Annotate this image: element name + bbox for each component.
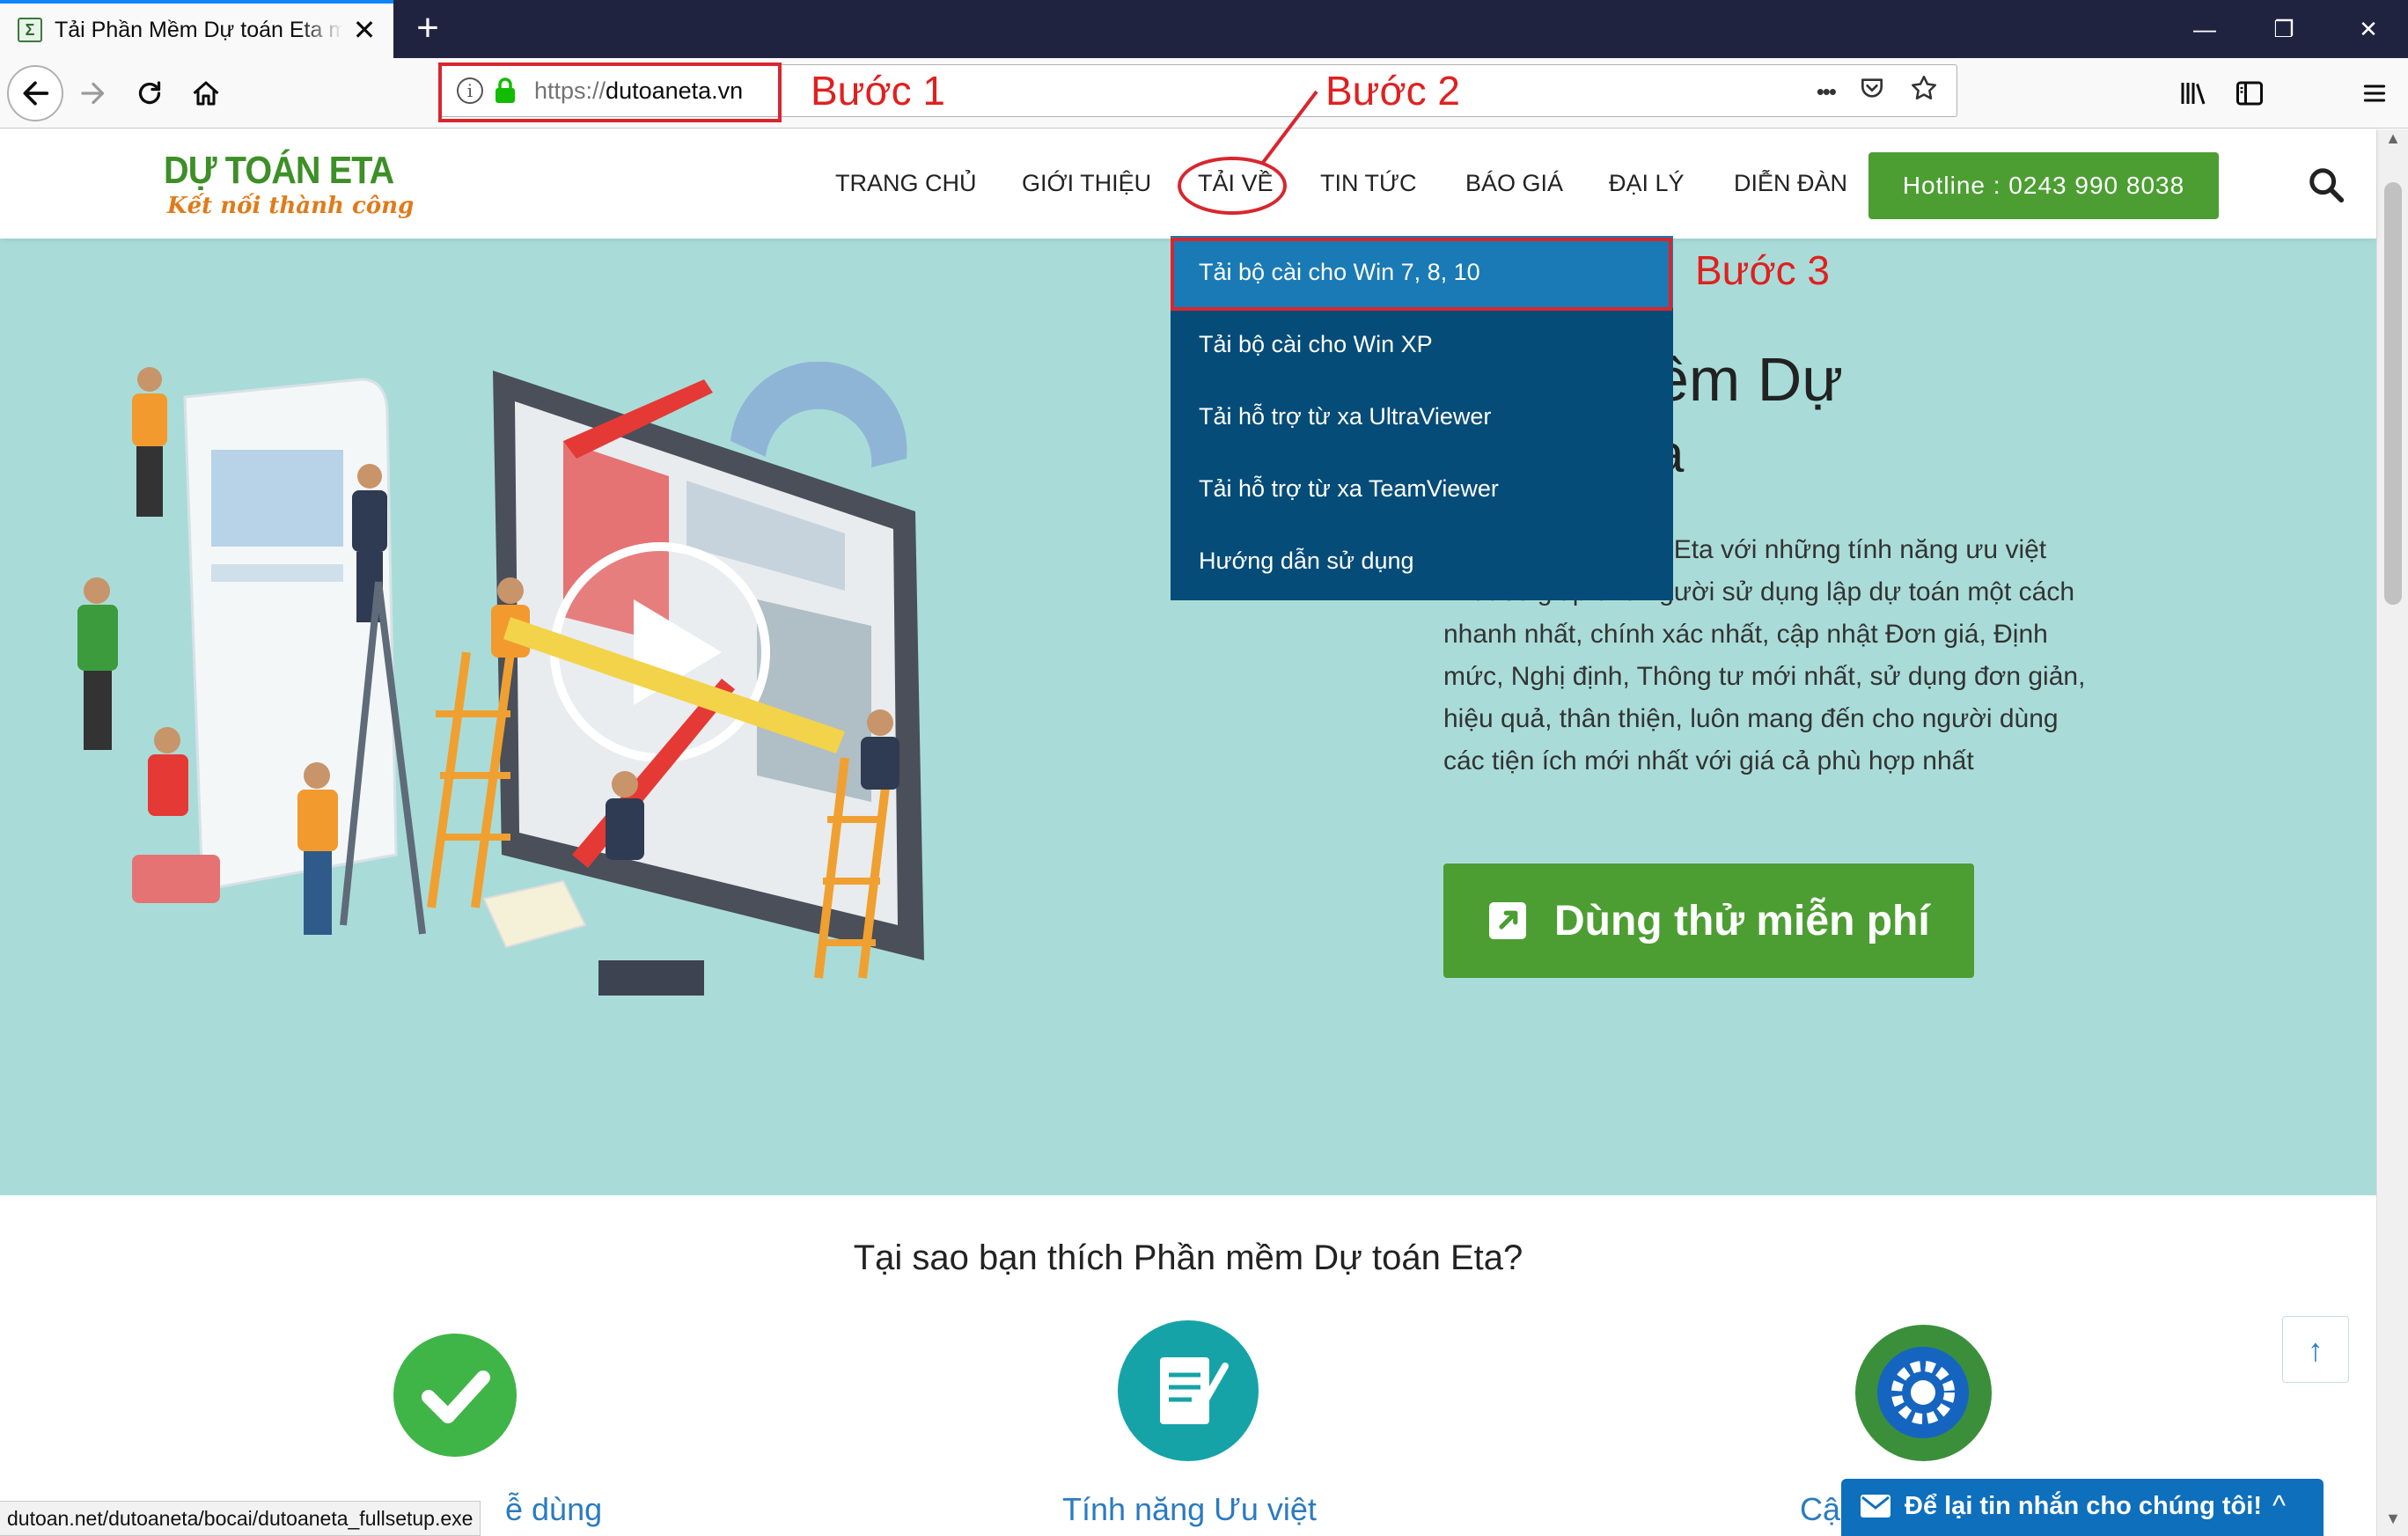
dropdown-item-teamviewer[interactable]: Tải hỗ trợ từ xa TeamViewer <box>1171 452 1673 525</box>
tab-close-icon[interactable]: ✕ <box>349 14 380 46</box>
window-close-icon[interactable]: ✕ <box>2329 0 2408 58</box>
reload-icon[interactable] <box>121 65 178 121</box>
page-actions: ••• <box>1817 72 1939 111</box>
chat-label: Để lại tin nhắn cho chúng tôi! <box>1905 1492 2262 1520</box>
scroll-thumb[interactable] <box>2384 182 2402 605</box>
external-link-icon <box>1489 902 1526 939</box>
library-icon[interactable] <box>2169 65 2218 121</box>
restore-icon[interactable]: ❐ <box>2244 0 2324 58</box>
bookmark-star-icon[interactable] <box>1909 73 1939 110</box>
feature-update-label: Cậ <box>1800 1491 1841 1527</box>
step1-highlight <box>438 62 782 122</box>
dropdown-item-ultraviewer[interactable]: Tải hỗ trợ từ xa UltraViewer <box>1171 380 1673 452</box>
step3-label: Bước 3 <box>1695 247 1831 293</box>
hero-desc-line: nhanh nhất, chính xác nhất, cập nhật Đơn… <box>1443 620 2048 649</box>
hero-desc-line: hiệu quả, thân thiện, luôn mang đến cho … <box>1443 704 2059 733</box>
hotline-button[interactable]: Hotline : 0243 990 8038 <box>1868 152 2219 219</box>
new-tab-icon[interactable]: + <box>407 7 449 49</box>
more-actions-icon[interactable]: ••• <box>1817 78 1837 106</box>
chat-widget[interactable]: Để lại tin nhắn cho chúng tôi! ^ <box>1841 1479 2324 1536</box>
hero-desc-line: các tiện ích mới nhất với giá cả phù hợp… <box>1443 746 1974 775</box>
search-icon[interactable] <box>2306 165 2346 205</box>
document-edit-icon <box>1118 1320 1259 1461</box>
step2-label: Bước 2 <box>1325 68 1461 114</box>
feature-advanced-label: Tính năng Ưu việt <box>1062 1491 1317 1527</box>
minimize-icon[interactable]: — <box>2165 0 2244 58</box>
dropdown-item-user-guide[interactable]: Hướng dẫn sử dụng <box>1171 525 1673 597</box>
nav-about[interactable]: GIỚI THIỆU <box>1022 170 1151 197</box>
update-gear-icon <box>1855 1325 1992 1461</box>
status-bar-url: dutoan.net/dutoaneta/bocai/dutoaneta_ful… <box>0 1501 481 1536</box>
hero-illustration <box>53 361 951 1084</box>
sidebar-icon[interactable] <box>2225 65 2274 121</box>
feature-easy-label: ễ dùng <box>505 1491 603 1527</box>
browser-tab[interactable]: Σ Tải Phần Mềm Dự toán Eta miễn phí ✕ <box>0 0 393 58</box>
site-slogan: Kết nối thành công <box>167 193 415 219</box>
step1-label: Bước 1 <box>811 68 946 114</box>
nav-news[interactable]: TIN TỨC <box>1320 170 1417 197</box>
free-trial-button[interactable]: Dùng thử miễn phí <box>1443 864 1974 978</box>
hero-title: ềm Dự <box>1655 345 1844 414</box>
site-logo[interactable]: DỰ TOÁN ETA <box>164 149 394 193</box>
scroll-down-arrow-icon[interactable]: ▼ <box>2377 1510 2408 1536</box>
chevron-up-icon[interactable]: ^ <box>2272 1489 2286 1522</box>
back-to-top-button[interactable]: ↑ <box>2282 1316 2349 1383</box>
back-icon[interactable] <box>7 65 63 121</box>
forward-icon[interactable] <box>65 65 121 121</box>
dropdown-item-winxp[interactable]: Tải bộ cài cho Win XP <box>1171 308 1673 380</box>
step2-pointer <box>1260 90 1318 165</box>
browser-tab-bar: Σ Tải Phần Mềm Dự toán Eta miễn phí ✕ + … <box>0 0 2408 58</box>
home-icon[interactable] <box>178 65 234 121</box>
page-scrollbar[interactable]: ▲ ▼ <box>2376 129 2408 1536</box>
nav-dealers[interactable]: ĐẠI LÝ <box>1609 170 1685 197</box>
menu-icon[interactable] <box>2350 65 2399 121</box>
tab-title: Tải Phần Mềm Dự toán Eta miễn phí <box>55 18 343 42</box>
nav-forum[interactable]: DIỄN ĐÀN <box>1734 170 1847 197</box>
free-trial-label: Dùng thử miễn phí <box>1554 898 1930 944</box>
step3-highlight <box>1171 238 1672 311</box>
hero-desc-line: mức, Nghị định, Thông tư mới nhất, sử dụ… <box>1443 662 2086 691</box>
why-section-title: Tại sao bạn thích Phần mềm Dự toán Eta? <box>853 1238 1523 1277</box>
nav-pricing[interactable]: BÁO GIÁ <box>1465 170 1563 197</box>
nav-home[interactable]: TRANG CHỦ <box>835 170 977 197</box>
scroll-up-arrow-icon[interactable]: ▲ <box>2377 129 2408 156</box>
site-favicon-icon: Σ <box>18 18 42 42</box>
envelope-icon <box>1861 1495 1890 1518</box>
checkmark-icon <box>393 1334 517 1457</box>
pocket-icon[interactable] <box>1858 74 1886 109</box>
